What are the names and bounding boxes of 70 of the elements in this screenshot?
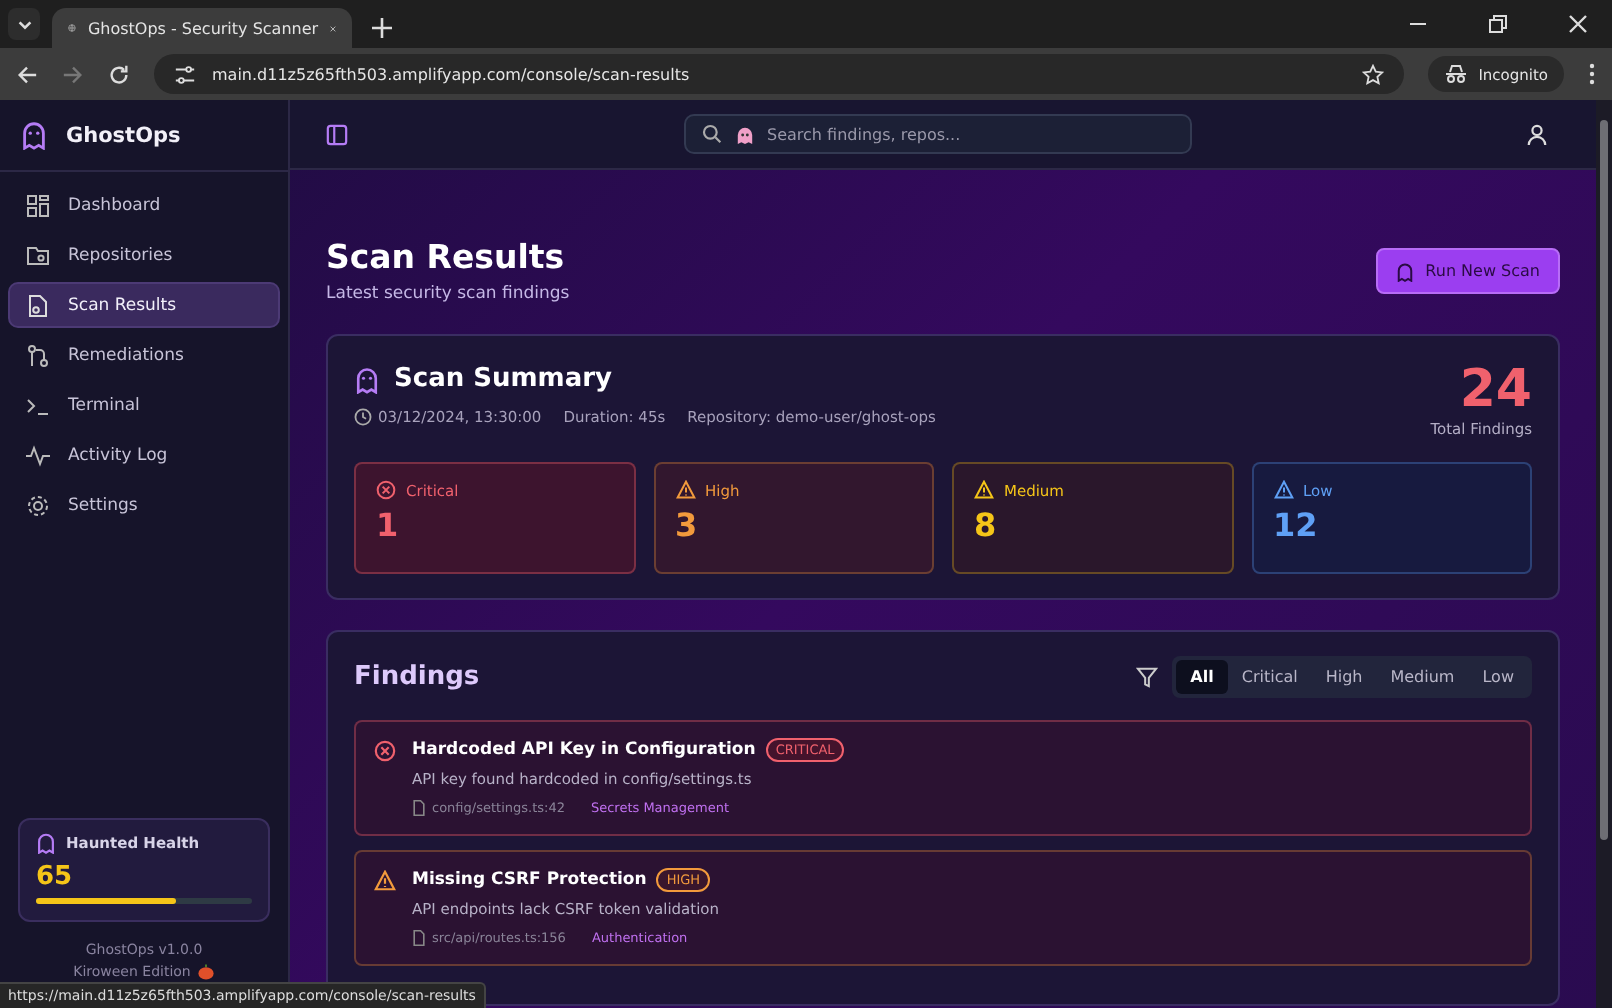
search-bar[interactable]: Search findings, repos... (683, 114, 1191, 154)
settings-icon (26, 493, 50, 517)
terminal-icon (26, 393, 50, 417)
chevron-down-icon (15, 15, 33, 33)
severity-count: 12 (1273, 506, 1320, 544)
warning-icon (974, 480, 994, 500)
severity-count: 3 (675, 506, 700, 544)
forward-arrow-icon[interactable] (62, 63, 84, 85)
sidebar-item[interactable]: Repositories (8, 232, 280, 278)
warning-icon (675, 480, 695, 500)
pulse-icon (26, 443, 50, 467)
back-arrow-icon[interactable] (16, 63, 38, 85)
sidebar-toggle-icon[interactable] (326, 123, 348, 145)
ghost-icon (354, 365, 380, 393)
scrollbar[interactable] (1596, 100, 1612, 1008)
search-icon (701, 124, 721, 144)
tab-search-button[interactable] (8, 8, 40, 40)
page-title: Scan Results (326, 238, 567, 276)
folder-icon (26, 243, 50, 267)
ghost-icon (20, 120, 48, 150)
summary-title: Scan Summary (394, 364, 612, 394)
restore-icon[interactable] (1488, 14, 1508, 34)
search-field[interactable]: Search findings, repos... (767, 125, 1173, 143)
finding-title: Hardcoded API Key in Configuration (412, 740, 756, 760)
clock-icon (354, 408, 372, 426)
site-settings-icon (174, 63, 196, 85)
total-findings-count: 24 (1459, 364, 1532, 416)
warning-icon (1273, 480, 1293, 500)
severity-count: 8 (974, 506, 999, 544)
browser-tab[interactable]: GhostOps - Security Scanner (52, 8, 352, 48)
more-menu-icon[interactable] (1588, 62, 1596, 86)
ghost-icon (735, 125, 753, 143)
new-tab-icon[interactable] (372, 18, 392, 38)
findings-title: Findings (354, 662, 480, 692)
incognito-icon (1444, 64, 1469, 84)
filter-tab[interactable]: Critical (1227, 660, 1312, 694)
filter-tab[interactable]: Low (1468, 660, 1528, 694)
sidebar-item[interactable]: Scan Results (8, 282, 280, 328)
sidebar-item[interactable]: Activity Log (8, 432, 280, 478)
filter-icon[interactable] (1136, 666, 1159, 688)
user-icon[interactable] (1526, 123, 1548, 145)
health-score: 65 (36, 862, 75, 892)
reload-icon[interactable] (108, 63, 130, 85)
severity-count: 1 (376, 506, 401, 544)
address-field[interactable]: main.d11z5z65fth503.amplifyapp.com/console/scan-results (154, 54, 1405, 94)
finding-title: Missing CSRF Protection (412, 870, 647, 890)
ghost-icon (36, 832, 56, 854)
x-circle-icon (374, 740, 396, 762)
document-icon (26, 293, 50, 317)
page-subtitle: Latest security scan findings (326, 284, 572, 304)
branch-icon (26, 343, 50, 367)
sidebar-item[interactable]: Remediations (8, 332, 280, 378)
filter-tab[interactable]: All (1176, 660, 1228, 694)
close-icon[interactable] (1568, 14, 1588, 34)
ghost-icon (1395, 261, 1414, 281)
run-new-scan-button[interactable]: Run New Scan (1375, 248, 1560, 294)
filter-tab[interactable]: Medium (1376, 660, 1469, 694)
app-name: GhostOps (66, 123, 181, 147)
filter-tab[interactable]: High (1311, 660, 1377, 694)
bookmark-star-icon[interactable] (1362, 63, 1385, 85)
file-icon (412, 930, 426, 946)
pumpkin-icon (198, 964, 215, 980)
sidebar-item[interactable]: Settings (8, 482, 280, 528)
sidebar-item[interactable]: Terminal (8, 382, 280, 428)
grid-icon (26, 193, 50, 217)
sidebar-item[interactable]: Dashboard (8, 182, 280, 228)
x-circle-icon (376, 480, 396, 500)
warning-icon (374, 870, 396, 892)
tab-title: GhostOps - Security Scanner (87, 19, 319, 37)
file-icon (412, 800, 426, 816)
